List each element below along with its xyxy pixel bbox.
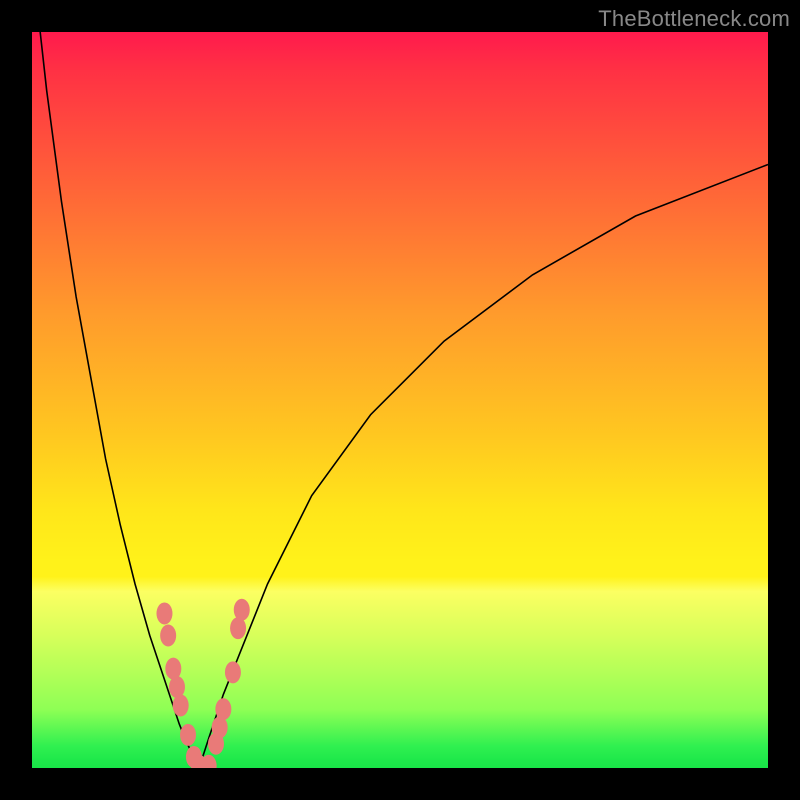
chart-frame: TheBottleneck.com [0, 0, 800, 800]
marker-point [160, 625, 176, 647]
marker-point [156, 602, 172, 624]
curve-left-branch [32, 32, 199, 768]
marker-point [165, 658, 181, 680]
marker-point [225, 661, 241, 683]
chart-svg [32, 32, 768, 768]
watermark-text: TheBottleneck.com [598, 6, 790, 32]
marker-point [173, 694, 189, 716]
marker-point [212, 717, 228, 739]
marker-layer [156, 599, 249, 768]
marker-point [215, 698, 231, 720]
marker-point [180, 724, 196, 746]
marker-point [230, 617, 246, 639]
marker-point [234, 599, 250, 621]
curve-right-branch [199, 164, 768, 768]
marker-point [169, 676, 185, 698]
plot-area [32, 32, 768, 768]
curve-layer [32, 32, 768, 768]
